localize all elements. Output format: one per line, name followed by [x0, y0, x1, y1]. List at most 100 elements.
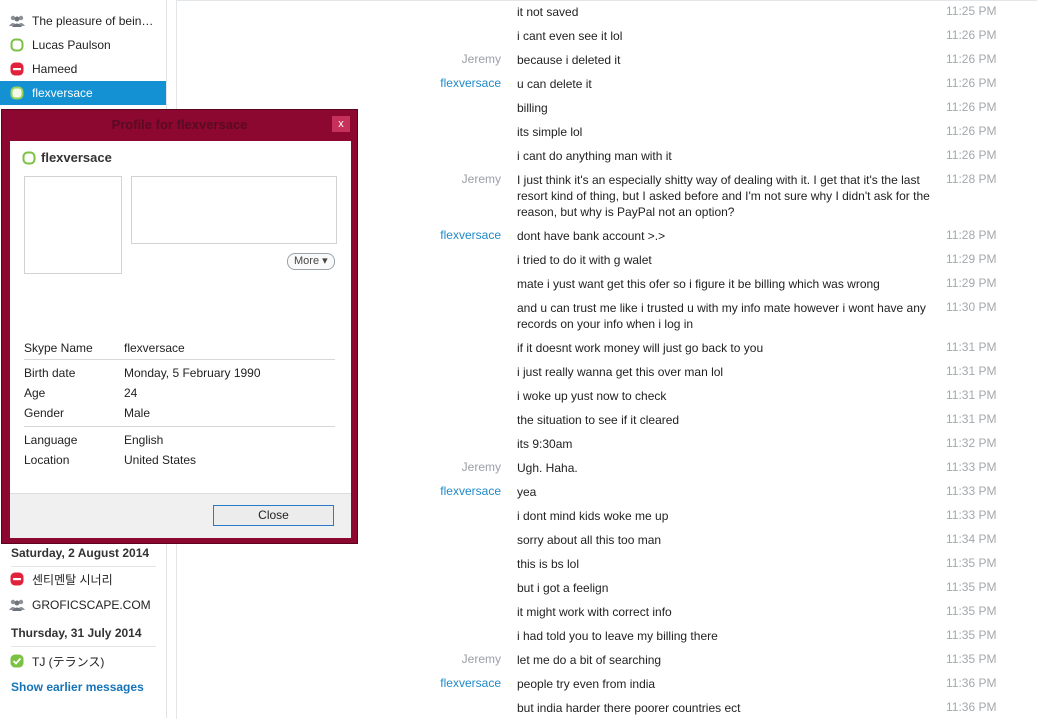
message-timestamp: 11:29 PM — [946, 276, 997, 290]
chevron-down-icon: ▾ — [322, 255, 328, 267]
message-text: because i deleted it — [517, 53, 621, 67]
message-timestamp: 11:26 PM — [946, 76, 997, 90]
field-label: Gender — [24, 406, 65, 420]
message-timestamp: 11:26 PM — [946, 100, 997, 114]
message-text: its simple lol — [517, 125, 583, 139]
profile-name: flexversace — [22, 150, 112, 165]
contact-item[interactable]: Lucas Paulson — [0, 33, 166, 57]
contact-label: GROFICSCAPE.COM — [32, 598, 151, 612]
field-value: United States — [124, 453, 197, 467]
message-text: but i got a feelign — [517, 581, 609, 595]
status-online-icon — [9, 653, 25, 669]
field-value: 24 — [124, 386, 138, 400]
message-timestamp: 11:35 PM — [946, 556, 997, 570]
message-text: i just really wanna get this over man lo… — [517, 365, 724, 379]
contact-item[interactable]: The pleasure of being cu... — [0, 9, 166, 33]
field-label: Language — [24, 433, 78, 447]
message-timestamp: 11:33 PM — [946, 460, 997, 474]
message-text: billing — [517, 101, 548, 115]
more-button[interactable]: More ▾ — [287, 253, 335, 270]
message-timestamp: 11:35 PM — [946, 580, 997, 594]
message-timestamp: 11:32 PM — [946, 436, 997, 450]
message-text: sorry about all this too man — [517, 533, 662, 547]
dialog-title: Profile for flexversace — [111, 117, 248, 132]
message-timestamp: 11:36 PM — [946, 700, 997, 714]
status-offline-icon — [9, 85, 25, 101]
message-timestamp: 11:35 PM — [946, 652, 997, 666]
message-timestamp: 11:34 PM — [946, 532, 997, 546]
message-text: i cant even see it lol — [517, 29, 623, 43]
field-value: Male — [124, 406, 151, 420]
message-text: the situation to see if it cleared — [517, 413, 680, 427]
show-earlier-messages-link[interactable]: Show earlier messages — [11, 680, 144, 694]
contact-item[interactable]: GROFICSCAPE.COM — [0, 593, 166, 617]
message-sender[interactable]: flexversace — [177, 676, 501, 690]
message-timestamp: 11:31 PM — [946, 364, 997, 378]
status-offline-icon — [9, 37, 25, 53]
contact-item[interactable]: 센티멘탈 시너리 — [0, 567, 166, 591]
contact-label: 센티멘탈 시너리 — [32, 572, 113, 587]
message-text: u can delete it — [517, 77, 592, 91]
message-timestamp: 11:26 PM — [946, 28, 997, 42]
field-value: flexversace — [124, 341, 185, 355]
message-timestamp: 11:36 PM — [946, 676, 997, 690]
message-text: i tried to do it with g walet — [517, 253, 652, 267]
more-label: More — [294, 255, 320, 267]
contact-label: Hameed — [32, 62, 78, 76]
message-timestamp: 11:31 PM — [946, 412, 997, 426]
dialog-footer: Close — [10, 493, 351, 538]
message-timestamp: 11:25 PM — [946, 4, 997, 18]
group-icon — [9, 597, 25, 613]
message-text: people try even from india — [517, 677, 656, 691]
message-timestamp: 11:31 PM — [946, 340, 997, 354]
contact-item[interactable]: TJ (テランス) — [0, 649, 166, 673]
message-timestamp: 11:26 PM — [946, 148, 997, 162]
message-timestamp: 11:29 PM — [946, 252, 997, 266]
message-text: it not saved — [517, 5, 579, 19]
field-value: English — [124, 433, 164, 447]
status-offline-icon — [22, 151, 36, 165]
date-header: Thursday, 31 July 2014 — [11, 621, 156, 647]
message-timestamp: 11:35 PM — [946, 604, 997, 618]
message-text: mate i yust want get this ofer so i figu… — [517, 277, 880, 291]
field-value: Monday, 5 February 1990 — [124, 366, 261, 380]
message-timestamp: 11:26 PM — [946, 52, 997, 66]
message-sender[interactable]: Jeremy — [177, 52, 501, 66]
message-text: Ugh. Haha. — [517, 461, 578, 475]
message-text: it might work with correct info — [517, 605, 672, 619]
message-text: and u can trust me like i trusted u with… — [517, 301, 926, 331]
close-icon[interactable]: x — [332, 116, 350, 132]
divider — [24, 359, 335, 360]
status-busy-icon — [9, 571, 25, 587]
message-text: its 9:30am — [517, 437, 573, 451]
message-timestamp: 11:31 PM — [946, 388, 997, 402]
profile-dialog: Profile for flexversace x flexversace Mo… — [1, 109, 358, 544]
profile-avatar — [24, 176, 122, 274]
field-label: Location — [24, 453, 70, 467]
contact-item[interactable]: Hameed — [0, 57, 166, 81]
divider — [24, 426, 335, 427]
message-sender[interactable]: Jeremy — [177, 652, 501, 666]
message-timestamp: 11:33 PM — [946, 508, 997, 522]
message-text: this is bs lol — [517, 557, 580, 571]
field-label: Birth date — [24, 366, 76, 380]
contact-item-selected[interactable]: flexversace — [0, 81, 166, 105]
message-text: but india harder there poorer countries … — [517, 701, 741, 715]
message-text: i cant do anything man with it — [517, 149, 672, 163]
profile-name-text: flexversace — [41, 150, 112, 165]
close-button[interactable]: Close — [213, 505, 334, 526]
message-text: let me do a bit of searching — [517, 653, 662, 667]
status-busy-icon — [9, 61, 25, 77]
message-text: i had told you to leave my billing there — [517, 629, 718, 643]
date-header: Saturday, 2 August 2014 — [11, 541, 156, 567]
contact-label: flexversace — [32, 86, 93, 100]
message-sender[interactable]: flexversace — [177, 76, 501, 90]
profile-content: flexversace More ▾ Skype Name flexversac… — [10, 141, 351, 493]
message-text: if it doesnt work money will just go bac… — [517, 341, 764, 355]
group-icon — [9, 13, 25, 29]
contact-label: TJ (テランス) — [32, 654, 105, 669]
mood-message-box — [131, 176, 337, 244]
field-label: Age — [24, 386, 46, 400]
message-text: i dont mind kids woke me up — [517, 509, 669, 523]
message-text: I just think it's an especially shitty w… — [517, 173, 930, 219]
